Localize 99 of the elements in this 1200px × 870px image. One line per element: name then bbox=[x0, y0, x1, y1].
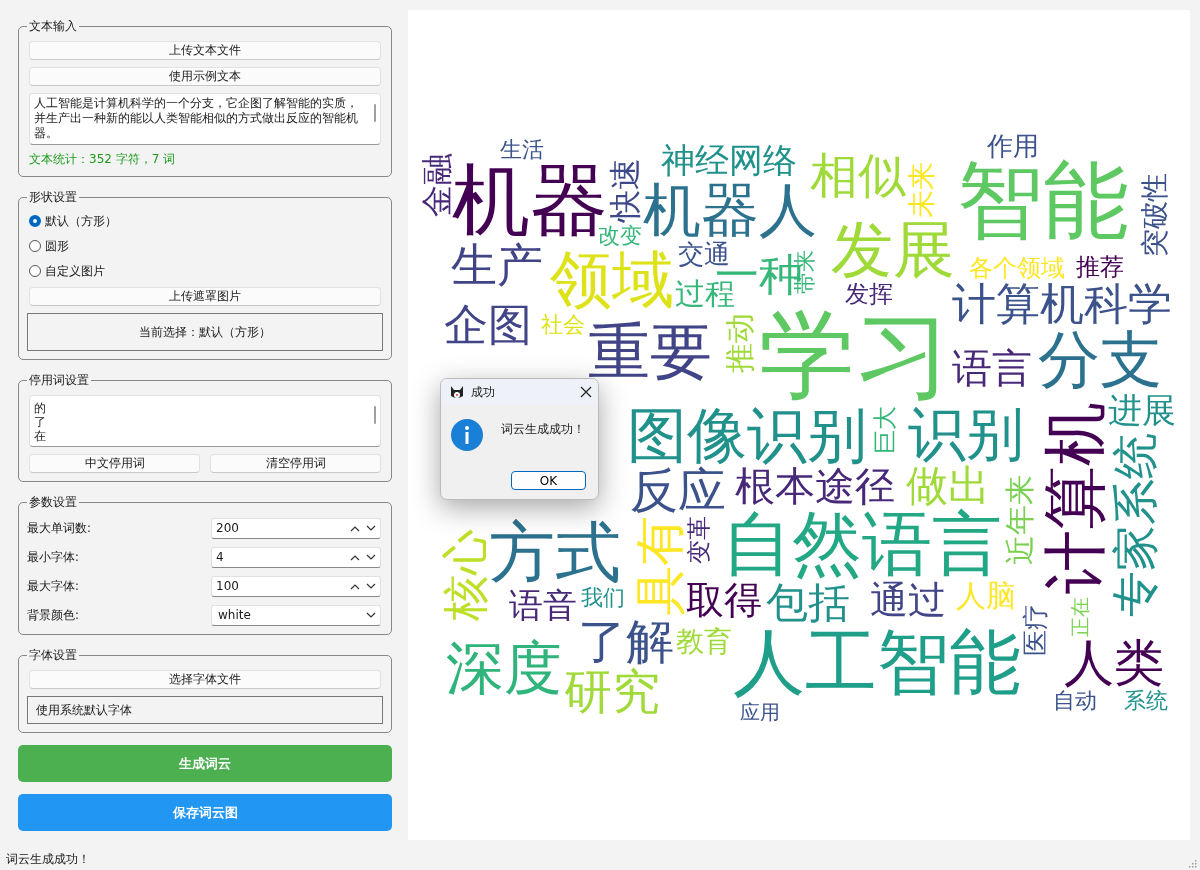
cloud-word: 各个领域 bbox=[969, 256, 1065, 280]
cloud-word: 发挥 bbox=[845, 282, 893, 306]
step-up-icon[interactable] bbox=[350, 524, 360, 532]
cloud-word: 自动 bbox=[1053, 690, 1097, 712]
stopwords-button[interactable]: 清空停用词 bbox=[210, 454, 381, 473]
cloud-word: 教育 bbox=[676, 628, 732, 656]
cloud-word: 人工智能 bbox=[733, 626, 1021, 698]
cloud-word: 系统 bbox=[1124, 690, 1168, 712]
radio-label[interactable]: 圆形 bbox=[45, 237, 69, 255]
cloud-word: 未来 bbox=[908, 162, 936, 218]
cloud-word: 过程 bbox=[675, 279, 735, 309]
spin-box[interactable]: 100 bbox=[211, 575, 381, 597]
group-title: 参数设置 bbox=[28, 494, 78, 511]
current-font-label: 使用系统默认字体 bbox=[27, 696, 383, 724]
close-icon[interactable] bbox=[580, 386, 592, 398]
upload-mask-button[interactable]: 上传遮罩图片 bbox=[29, 287, 381, 306]
status-message: 词云生成成功！ bbox=[6, 851, 90, 868]
cloud-word: 快速 bbox=[609, 158, 641, 222]
cloud-word: 研究 bbox=[564, 667, 660, 715]
cloud-word: 人脑 bbox=[956, 581, 1016, 611]
dialog-message: 词云生成成功！ bbox=[501, 422, 585, 437]
step-up-icon[interactable] bbox=[350, 582, 360, 590]
cloud-word: 金融 bbox=[421, 153, 453, 217]
field-label: 背景颜色: bbox=[27, 607, 80, 623]
group-title: 停用词设置 bbox=[28, 372, 90, 389]
cloud-word: 语音 bbox=[509, 588, 577, 622]
radio-button[interactable] bbox=[29, 240, 41, 252]
spin-box[interactable]: 4 bbox=[211, 546, 381, 568]
cloud-word: 具有 bbox=[635, 516, 685, 616]
cloud-word: 方式 bbox=[489, 520, 621, 586]
cloud-word: 了解 bbox=[578, 617, 674, 665]
spin-box[interactable]: 200 bbox=[211, 517, 381, 539]
dropdown[interactable]: white bbox=[211, 604, 381, 626]
cloud-word: 分支 bbox=[1038, 329, 1162, 391]
cloud-word: 近年来 bbox=[1005, 475, 1035, 565]
cloud-word: 取得 bbox=[686, 581, 762, 619]
cloud-word: 应用 bbox=[740, 702, 780, 722]
group-title: 字体设置 bbox=[28, 647, 78, 664]
group-title: 形状设置 bbox=[28, 189, 78, 206]
chevron-down-icon bbox=[366, 611, 376, 619]
cloud-word: 正在 bbox=[1070, 597, 1090, 637]
file-button[interactable]: 上传文本文件 bbox=[29, 41, 381, 60]
cloud-word: 语言 bbox=[952, 348, 1032, 388]
cloud-word: 变革 bbox=[687, 516, 711, 564]
text-area[interactable]: 人工智能是计算机科学的一个分支，它企图了解智能的实质，并生产出一种新的能以人类智能相似的方式做出反应的智能机器。 bbox=[29, 93, 381, 145]
cloud-word: 重要 bbox=[588, 321, 712, 383]
cloud-word: 进展 bbox=[1108, 393, 1176, 427]
scrollbar-thumb[interactable] bbox=[374, 104, 376, 122]
cloud-word: 包括 bbox=[766, 582, 850, 624]
cloud-word: 学习 bbox=[759, 307, 951, 403]
app-icon bbox=[449, 384, 465, 400]
cloud-word: 根本途径 bbox=[735, 466, 895, 506]
cloud-word: 领域 bbox=[550, 249, 674, 311]
scrollbar-thumb[interactable] bbox=[374, 406, 376, 424]
cloud-word: 计算机 bbox=[1043, 402, 1107, 594]
cloud-word: 发展 bbox=[831, 219, 955, 281]
stopwords-button[interactable]: 中文停用词 bbox=[29, 454, 200, 473]
file-button[interactable]: 使用示例文本 bbox=[29, 67, 381, 86]
dialog-title: 成功 bbox=[471, 383, 496, 401]
size-grip-icon[interactable] bbox=[1189, 860, 1197, 868]
cloud-word: 核心 bbox=[442, 529, 488, 621]
cloud-word: 企图 bbox=[444, 303, 532, 347]
cloud-word: 我们 bbox=[581, 587, 625, 609]
field-label: 最大单词数: bbox=[27, 520, 92, 536]
cloud-word: 社会 bbox=[541, 314, 585, 336]
step-down-icon[interactable] bbox=[366, 524, 376, 532]
cloud-word: 识别 bbox=[908, 405, 1024, 463]
cloud-word: 计算机科学 bbox=[952, 282, 1172, 326]
cloud-word: 深度 bbox=[446, 639, 562, 697]
text-stats: 文本统计：352 字符，7 词 bbox=[29, 151, 177, 168]
cloud-word: 神经网络 bbox=[661, 143, 797, 177]
radio-label[interactable]: 自定义图片 bbox=[45, 262, 105, 280]
radio-button[interactable] bbox=[29, 265, 41, 277]
field-label: 最大字体: bbox=[27, 578, 80, 594]
cloud-word: 专家系统 bbox=[1112, 433, 1158, 617]
cloud-word: 做出 bbox=[906, 465, 990, 507]
cloud-word: 生产 bbox=[451, 242, 543, 288]
font-file-button[interactable]: 选择字体文件 bbox=[29, 670, 381, 689]
current-shape-label: 当前选择：默认（方形） bbox=[27, 313, 383, 351]
radio-label[interactable]: 默认（方形） bbox=[45, 212, 117, 230]
info-icon bbox=[451, 419, 483, 451]
ok-button[interactable]: OK bbox=[511, 471, 586, 490]
cloud-word: 推荐 bbox=[1076, 255, 1124, 279]
cloud-word: 图像识别 bbox=[627, 405, 867, 465]
step-up-icon[interactable] bbox=[350, 553, 360, 561]
cloud-word: 人类 bbox=[1064, 638, 1164, 688]
cloud-word: 突破性 bbox=[1141, 173, 1169, 257]
radio-button[interactable] bbox=[29, 215, 41, 227]
step-down-icon[interactable] bbox=[366, 582, 376, 590]
cloud-word: 通过 bbox=[870, 581, 946, 619]
step-down-icon[interactable] bbox=[366, 553, 376, 561]
cloud-word: 生活 bbox=[500, 139, 544, 161]
group-title: 文本输入 bbox=[28, 18, 78, 35]
cloud-word: 推动 bbox=[725, 313, 755, 373]
cloud-word: 医疗 bbox=[1022, 604, 1048, 656]
cloud-word: 巨大 bbox=[873, 406, 897, 454]
cloud-word: 作用 bbox=[987, 133, 1039, 159]
field-label: 最小字体: bbox=[27, 549, 80, 565]
stopwords-text-area[interactable]: 的 了 在 bbox=[29, 395, 381, 447]
